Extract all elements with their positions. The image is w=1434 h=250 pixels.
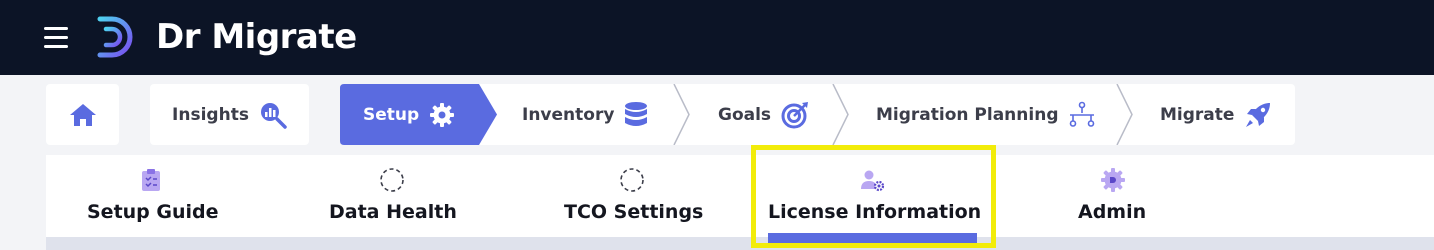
step-setup-label: Setup (363, 104, 420, 125)
dashed-circle-icon (380, 168, 404, 192)
brand-name: Dr Migrate (156, 17, 357, 57)
tab-setup-guide-label: Setup Guide (87, 201, 219, 223)
step-migrate-label: Migrate (1160, 104, 1235, 125)
tab-setup-guide[interactable]: Setup Guide (66, 155, 236, 237)
step-migrate[interactable]: Migrate (1160, 84, 1272, 145)
chevron-separator-icon (1116, 84, 1133, 145)
chevron-separator-icon (832, 84, 849, 145)
dr-migrate-logo (97, 16, 133, 58)
chevron-separator-icon (673, 84, 690, 145)
tab-admin[interactable]: Admin (1046, 155, 1181, 237)
step-insights-label: Insights (172, 104, 249, 125)
hierarchy-icon (1070, 101, 1095, 127)
dashed-circle-icon (620, 168, 644, 192)
top-navbar: Dr Migrate (0, 0, 1434, 75)
active-tab-indicator (768, 233, 977, 243)
tab-data-health[interactable]: Data Health (306, 155, 481, 237)
step-setup[interactable]: Setup (363, 84, 455, 145)
tab-admin-label: Admin (1078, 201, 1147, 223)
clipboard-check-icon (142, 169, 160, 191)
database-icon (625, 101, 648, 126)
tab-license-information[interactable]: License Information (758, 155, 988, 237)
step-inventory-label: Inventory (522, 104, 615, 125)
step-goals[interactable]: Goals (718, 84, 809, 145)
tab-tco-settings[interactable]: TCO Settings (541, 155, 726, 237)
step-inventory[interactable]: Inventory (522, 84, 648, 145)
admin-gear-icon (1101, 168, 1125, 192)
insights-search-icon (260, 102, 287, 129)
tab-license-information-label: License Information (768, 201, 982, 223)
setup-subtabs: Setup Guide Data Health TCO Settings Lic… (46, 155, 1434, 237)
tab-content-strip (46, 237, 1434, 250)
tab-tco-settings-label: TCO Settings (564, 201, 704, 223)
step-navigation: Insights Setup Inventory Goals Migration… (0, 75, 1434, 155)
step-migration-planning-label: Migration Planning (876, 104, 1059, 125)
tab-data-health-label: Data Health (329, 201, 457, 223)
step-chevron-bar: Setup Inventory Goals Migration Planning… (340, 84, 1295, 145)
user-gear-icon (861, 170, 885, 192)
step-goals-label: Goals (718, 104, 772, 125)
hamburger-menu-icon[interactable] (44, 25, 70, 49)
target-icon (781, 101, 809, 128)
step-insights[interactable]: Insights (150, 84, 309, 145)
home-icon (69, 103, 96, 126)
step-migration-planning[interactable]: Migration Planning (876, 84, 1096, 145)
home-button[interactable] (46, 84, 119, 145)
gear-icon (430, 102, 455, 127)
rocket-icon (1246, 102, 1271, 127)
